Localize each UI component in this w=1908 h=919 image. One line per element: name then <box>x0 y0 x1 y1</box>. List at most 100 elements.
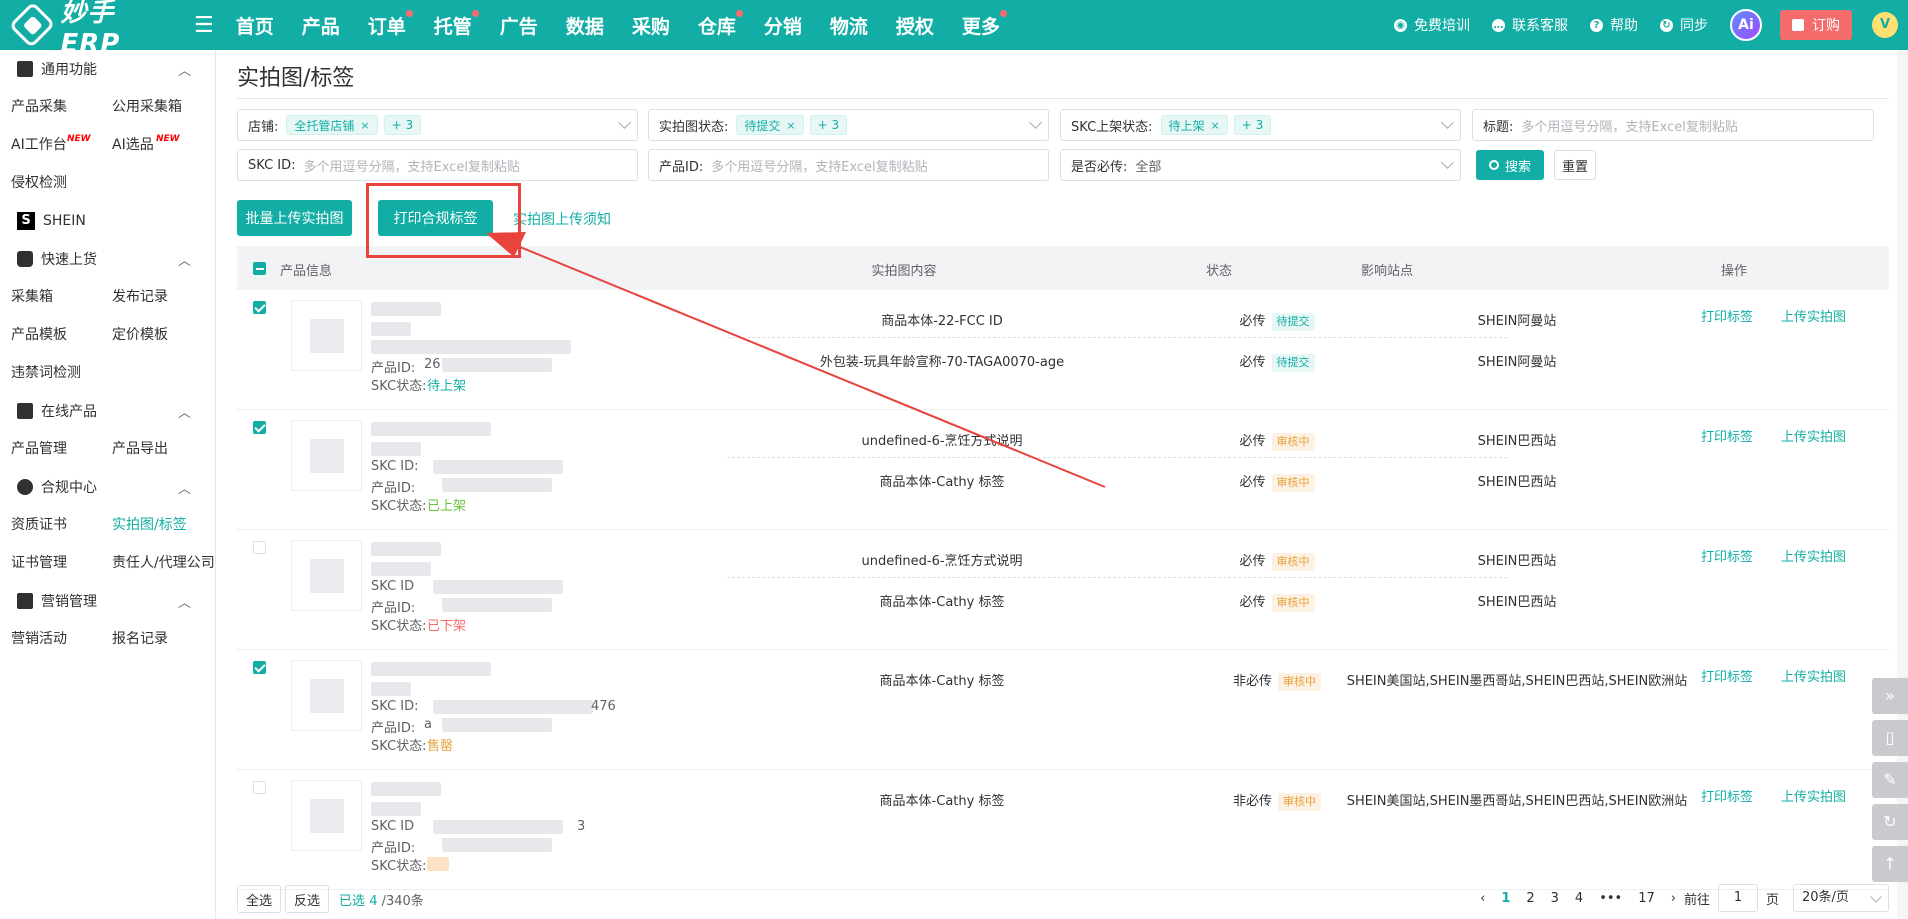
print-label-link[interactable]: 打印标签 <box>1701 426 1753 445</box>
prev-page-icon[interactable]: ‹ <box>1480 891 1485 906</box>
upload-photo-link[interactable]: 上传实拍图 <box>1781 306 1846 325</box>
sidebar-item-collect-box[interactable]: 采集箱 <box>11 278 112 316</box>
back-to-top-icon[interactable]: ↑ <box>1872 846 1908 882</box>
mobile-icon[interactable]: ▯ <box>1872 720 1908 756</box>
row-checkbox[interactable] <box>253 781 266 794</box>
sidebar-group-general[interactable]: 通用功能 ︿ <box>0 50 215 88</box>
skc-status-filter[interactable]: SKC上架状态: 待上架 × + 3 <box>1060 109 1461 141</box>
upload-notice-link[interactable]: 实拍图上传须知 <box>513 209 611 229</box>
row-checkbox[interactable] <box>253 541 266 554</box>
page-number[interactable]: 1 <box>1501 891 1510 906</box>
sidebar-platform-shein[interactable]: S SHEIN <box>0 202 215 240</box>
sidebar-item-product-template[interactable]: 产品模板 <box>11 316 112 354</box>
nav-item-0[interactable]: 首页 <box>236 12 274 39</box>
nav-item-10[interactable]: 授权 <box>896 12 934 39</box>
goto-page-input[interactable]: 1 <box>1717 884 1758 912</box>
nav-item-3[interactable]: 托管 <box>434 9 479 39</box>
sidebar-group-compliance[interactable]: 合规中心 ︿ <box>0 468 215 506</box>
collapse-panel-icon[interactable]: » <box>1872 678 1908 714</box>
training-link[interactable]: ◉ 免费培训 <box>1394 15 1470 35</box>
page-number[interactable]: 3 <box>1551 891 1559 906</box>
upload-photo-link[interactable]: 上传实拍图 <box>1781 666 1846 685</box>
select-all-checkbox[interactable] <box>253 262 266 275</box>
reset-button[interactable]: 重置 <box>1554 150 1596 180</box>
batch-upload-button[interactable]: 批量上传实拍图 <box>237 200 352 236</box>
brand-logo[interactable]: 妙手ERP <box>8 0 168 59</box>
menu-toggle-icon[interactable]: ☰ <box>194 13 214 38</box>
training-icon: ◉ <box>1394 18 1407 32</box>
product-id-input[interactable]: 产品ID: 多个用逗号分隔，支持Excel复制粘贴 <box>648 149 1049 181</box>
sidebar-item-product-manage[interactable]: 产品管理 <box>11 430 112 468</box>
select-all-button[interactable]: 全选 <box>237 885 282 913</box>
upload-photo-link[interactable]: 上传实拍图 <box>1781 786 1846 805</box>
sidebar-item-product-collect[interactable]: 产品采集 <box>11 88 112 126</box>
print-label-link[interactable]: 打印标签 <box>1701 786 1753 805</box>
sidebar-item-infringement[interactable]: 侵权检测 <box>11 164 112 202</box>
sidebar-group-marketing[interactable]: 营销管理 ︿ <box>0 582 215 620</box>
print-label-link[interactable]: 打印标签 <box>1701 666 1753 685</box>
product-thumbnail[interactable] <box>291 660 362 731</box>
product-thumbnail[interactable] <box>291 540 362 611</box>
row-checkbox[interactable] <box>253 421 266 434</box>
feedback-icon[interactable]: ✎ <box>1872 762 1908 798</box>
invert-selection-button[interactable]: 反选 <box>285 885 330 913</box>
contact-support-link[interactable]: … 联系客服 <box>1492 15 1568 35</box>
page-size-select[interactable]: 20条/页 <box>1793 884 1889 912</box>
sync-link[interactable]: ↻ 同步 <box>1660 15 1708 35</box>
print-label-link[interactable]: 打印标签 <box>1701 306 1753 325</box>
close-icon[interactable]: × <box>786 119 795 132</box>
product-thumbnail[interactable] <box>291 300 362 371</box>
nav-item-8[interactable]: 分销 <box>764 12 802 39</box>
nav-item-6[interactable]: 采购 <box>632 12 670 39</box>
sidebar-item-banned-words[interactable]: 违禁词检测 <box>11 354 112 392</box>
sidebar-item-product-export[interactable]: 产品导出 <box>112 430 224 468</box>
sidebar-item-campaigns[interactable]: 营销活动 <box>11 620 112 658</box>
help-link[interactable]: ? 帮助 <box>1590 15 1638 35</box>
filter-tag[interactable]: 待提交 × <box>736 115 804 135</box>
nav-item-7[interactable]: 仓库 <box>698 9 743 39</box>
photo-status-filter[interactable]: 实拍图状态: 待提交 × + 3 <box>648 109 1049 141</box>
close-icon[interactable]: × <box>1211 119 1220 132</box>
product-thumbnail[interactable] <box>291 420 362 491</box>
sidebar-item-ai-selection[interactable]: AI选品 NEW <box>112 126 224 164</box>
nav-item-11[interactable]: 更多 <box>962 9 1007 39</box>
page-number[interactable]: 2 <box>1526 891 1534 906</box>
next-page-icon[interactable]: › <box>1671 891 1676 906</box>
print-label-link[interactable]: 打印标签 <box>1701 546 1753 565</box>
filter-tag[interactable]: 待上架 × <box>1160 115 1228 135</box>
sidebar-item-price-template[interactable]: 定价模板 <box>112 316 224 354</box>
row-checkbox[interactable] <box>253 301 266 314</box>
close-icon[interactable]: × <box>360 119 369 132</box>
page-number[interactable]: ••• <box>1599 891 1622 906</box>
store-filter[interactable]: 店铺: 全托管店铺 × + 3 <box>237 109 638 141</box>
nav-item-5[interactable]: 数据 <box>566 12 604 39</box>
sidebar-item-signup-log[interactable]: 报名记录 <box>112 620 224 658</box>
skc-id-input[interactable]: SKC ID: 多个用逗号分隔，支持Excel复制粘贴 <box>237 149 638 181</box>
sidebar-item-photos-labels[interactable]: 实拍图/标签 <box>112 506 224 544</box>
sidebar-item-publish-log[interactable]: 发布记录 <box>112 278 224 316</box>
refresh-icon[interactable]: ↻ <box>1872 804 1908 840</box>
nav-item-1[interactable]: 产品 <box>302 12 340 39</box>
title-input[interactable]: 标题: 多个用逗号分隔，支持Excel复制粘贴 <box>1472 109 1874 141</box>
nav-item-9[interactable]: 物流 <box>830 12 868 39</box>
nav-item-4[interactable]: 广告 <box>500 12 538 39</box>
ai-assistant-button[interactable]: Ai <box>1730 9 1762 41</box>
sidebar-item-cert-manage[interactable]: 证书管理 <box>11 544 112 582</box>
sidebar-item-responsible-agent[interactable]: 责任人/代理公司 <box>112 544 224 582</box>
page-number[interactable]: 4 <box>1575 891 1583 906</box>
sidebar-item-ai-workbench[interactable]: AI工作台 NEW <box>11 126 112 164</box>
nav-item-2[interactable]: 订单 <box>368 9 413 39</box>
search-button[interactable]: 搜索 <box>1476 150 1544 180</box>
sidebar-item-certificates[interactable]: 资质证书 <box>11 506 112 544</box>
row-checkbox[interactable] <box>253 661 266 674</box>
order-button[interactable]: 订购 <box>1780 10 1852 40</box>
filter-tag[interactable]: 全托管店铺 × <box>286 115 378 135</box>
user-avatar[interactable]: V <box>1872 12 1898 38</box>
upload-photo-link[interactable]: 上传实拍图 <box>1781 546 1846 565</box>
page-number[interactable]: 17 <box>1638 891 1655 906</box>
sidebar-group-online[interactable]: 在线产品 ︿ <box>0 392 215 430</box>
upload-photo-link[interactable]: 上传实拍图 <box>1781 426 1846 445</box>
sidebar-group-quick[interactable]: 快速上货 ︿ <box>0 240 215 278</box>
product-thumbnail[interactable] <box>291 780 362 851</box>
required-select[interactable]: 是否必传: 全部 <box>1060 149 1461 181</box>
